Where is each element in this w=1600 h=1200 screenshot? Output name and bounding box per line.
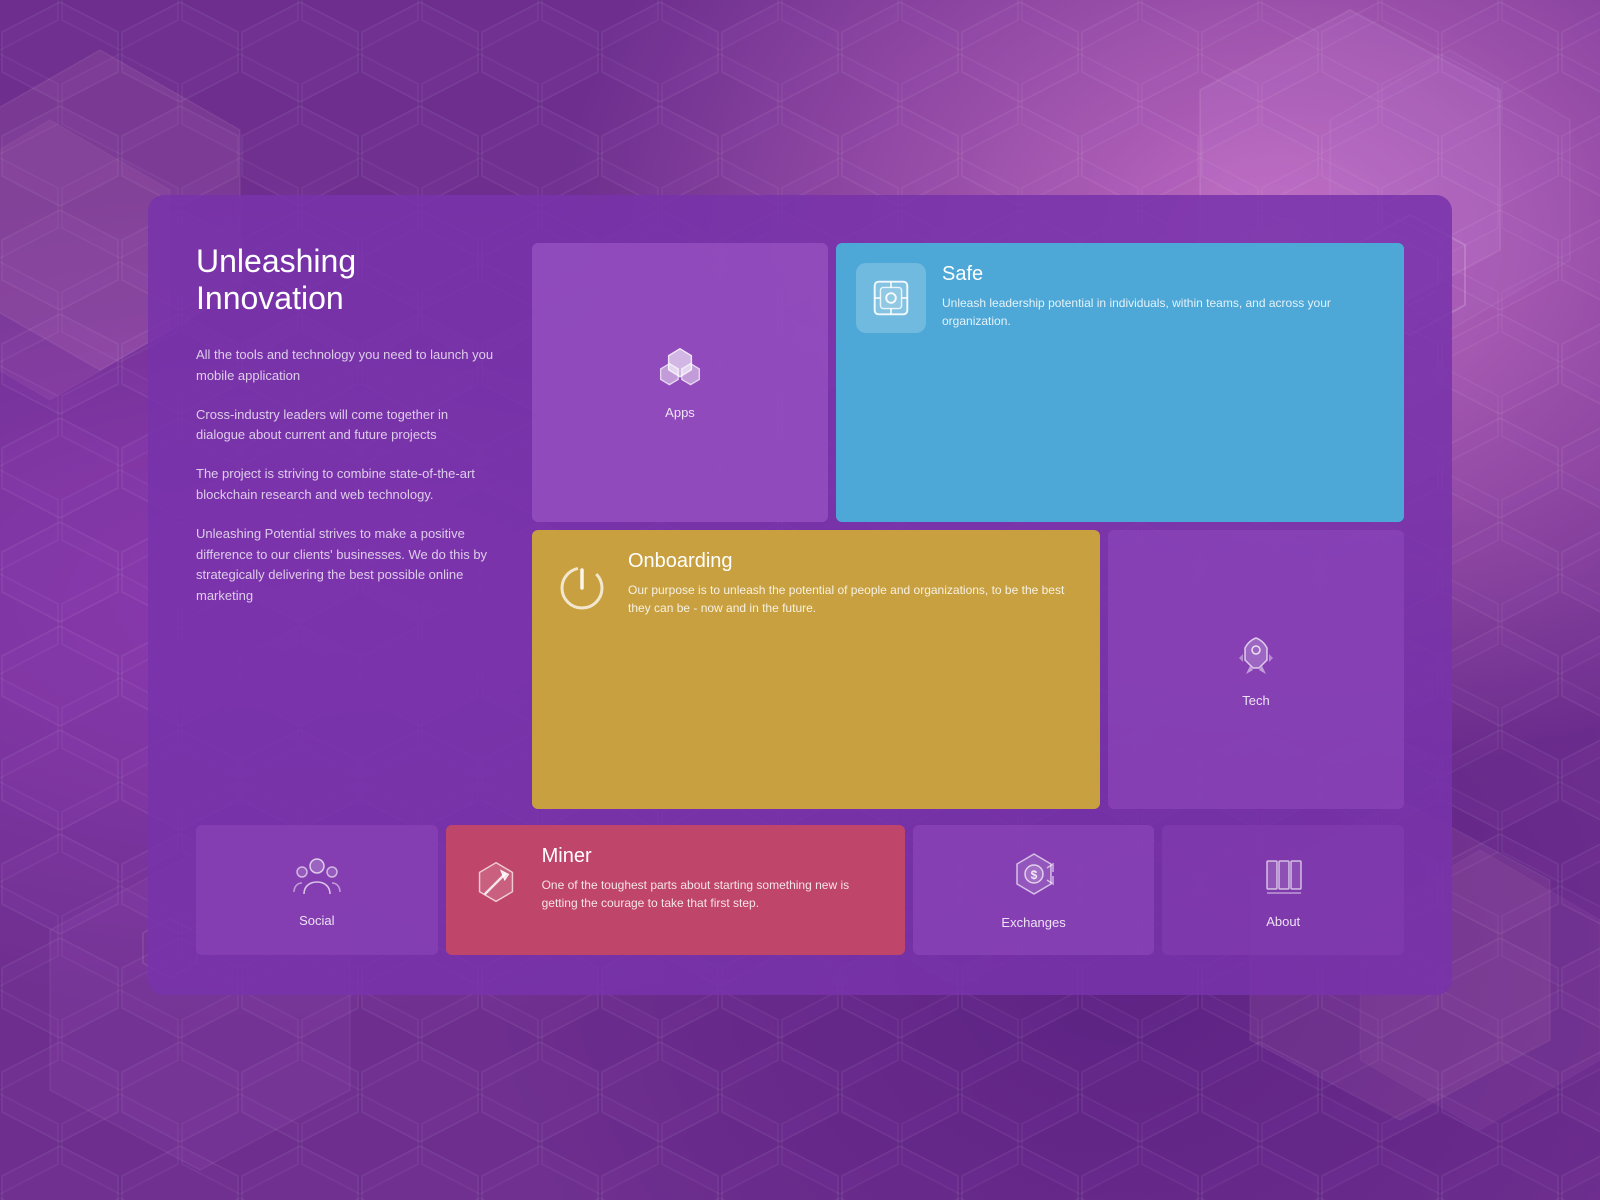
intro-paragraph-2: Cross-industry leaders will come togethe… xyxy=(196,405,496,447)
page-title: Unleashing Innovation xyxy=(196,243,496,317)
about-icon xyxy=(1259,851,1307,904)
safe-icon xyxy=(867,274,915,322)
intro-paragraph-3: The project is striving to combine state… xyxy=(196,464,496,506)
apps-icon xyxy=(658,346,702,395)
safe-tile[interactable]: Safe Unleash leadership potential in ind… xyxy=(836,243,1404,522)
apps-label: Apps xyxy=(665,405,695,420)
tile-grid: Apps xyxy=(532,243,1404,809)
exchanges-tile[interactable]: $ Exchanges xyxy=(913,825,1155,955)
about-label: About xyxy=(1266,914,1300,929)
safe-content: Safe Unleash leadership potential in ind… xyxy=(942,263,1384,330)
apps-tile[interactable]: Apps xyxy=(532,243,828,522)
miner-content: Miner One of the toughest parts about st… xyxy=(542,845,885,912)
onboarding-icon xyxy=(556,562,608,614)
onboarding-content: Onboarding Our purpose is to unleash the… xyxy=(628,550,1080,617)
intro-section: Unleashing Innovation All the tools and … xyxy=(196,243,516,809)
miner-title: Miner xyxy=(542,845,885,868)
bottom-tile-row: Social Miner One of the toughest parts a… xyxy=(196,825,1404,955)
exchanges-icon: $ xyxy=(1009,850,1059,905)
about-tile[interactable]: About xyxy=(1162,825,1404,955)
tech-tile[interactable]: Tech xyxy=(1108,530,1404,809)
svg-text:$: $ xyxy=(1030,868,1037,882)
social-tile[interactable]: Social xyxy=(196,825,438,955)
top-section: Unleashing Innovation All the tools and … xyxy=(196,243,1404,809)
miner-icon xyxy=(466,852,526,914)
onboarding-description: Our purpose is to unleash the potential … xyxy=(628,581,1080,617)
tile-row-1: Apps xyxy=(532,243,1404,522)
miner-description: One of the toughest parts about starting… xyxy=(542,876,885,912)
social-icon xyxy=(292,852,342,903)
safe-description: Unleash leadership potential in individu… xyxy=(942,294,1384,330)
main-card: Unleashing Innovation All the tools and … xyxy=(148,195,1452,995)
miner-tile[interactable]: Miner One of the toughest parts about st… xyxy=(446,825,905,955)
intro-paragraph-1: All the tools and technology you need to… xyxy=(196,345,496,387)
tech-icon xyxy=(1233,632,1279,683)
miner-icon-wrap xyxy=(466,853,526,913)
tile-row-2: Onboarding Our purpose is to unleash the… xyxy=(532,530,1404,809)
tech-label: Tech xyxy=(1242,693,1269,708)
onboarding-title: Onboarding xyxy=(628,550,1080,573)
safe-title: Safe xyxy=(942,263,1384,286)
safe-icon-wrap xyxy=(856,263,926,333)
intro-paragraph-4: Unleashing Potential strives to make a p… xyxy=(196,524,496,607)
exchanges-label: Exchanges xyxy=(1001,915,1065,930)
social-label: Social xyxy=(299,913,334,928)
onboarding-tile[interactable]: Onboarding Our purpose is to unleash the… xyxy=(532,530,1100,809)
onboarding-icon-wrap xyxy=(552,558,612,618)
